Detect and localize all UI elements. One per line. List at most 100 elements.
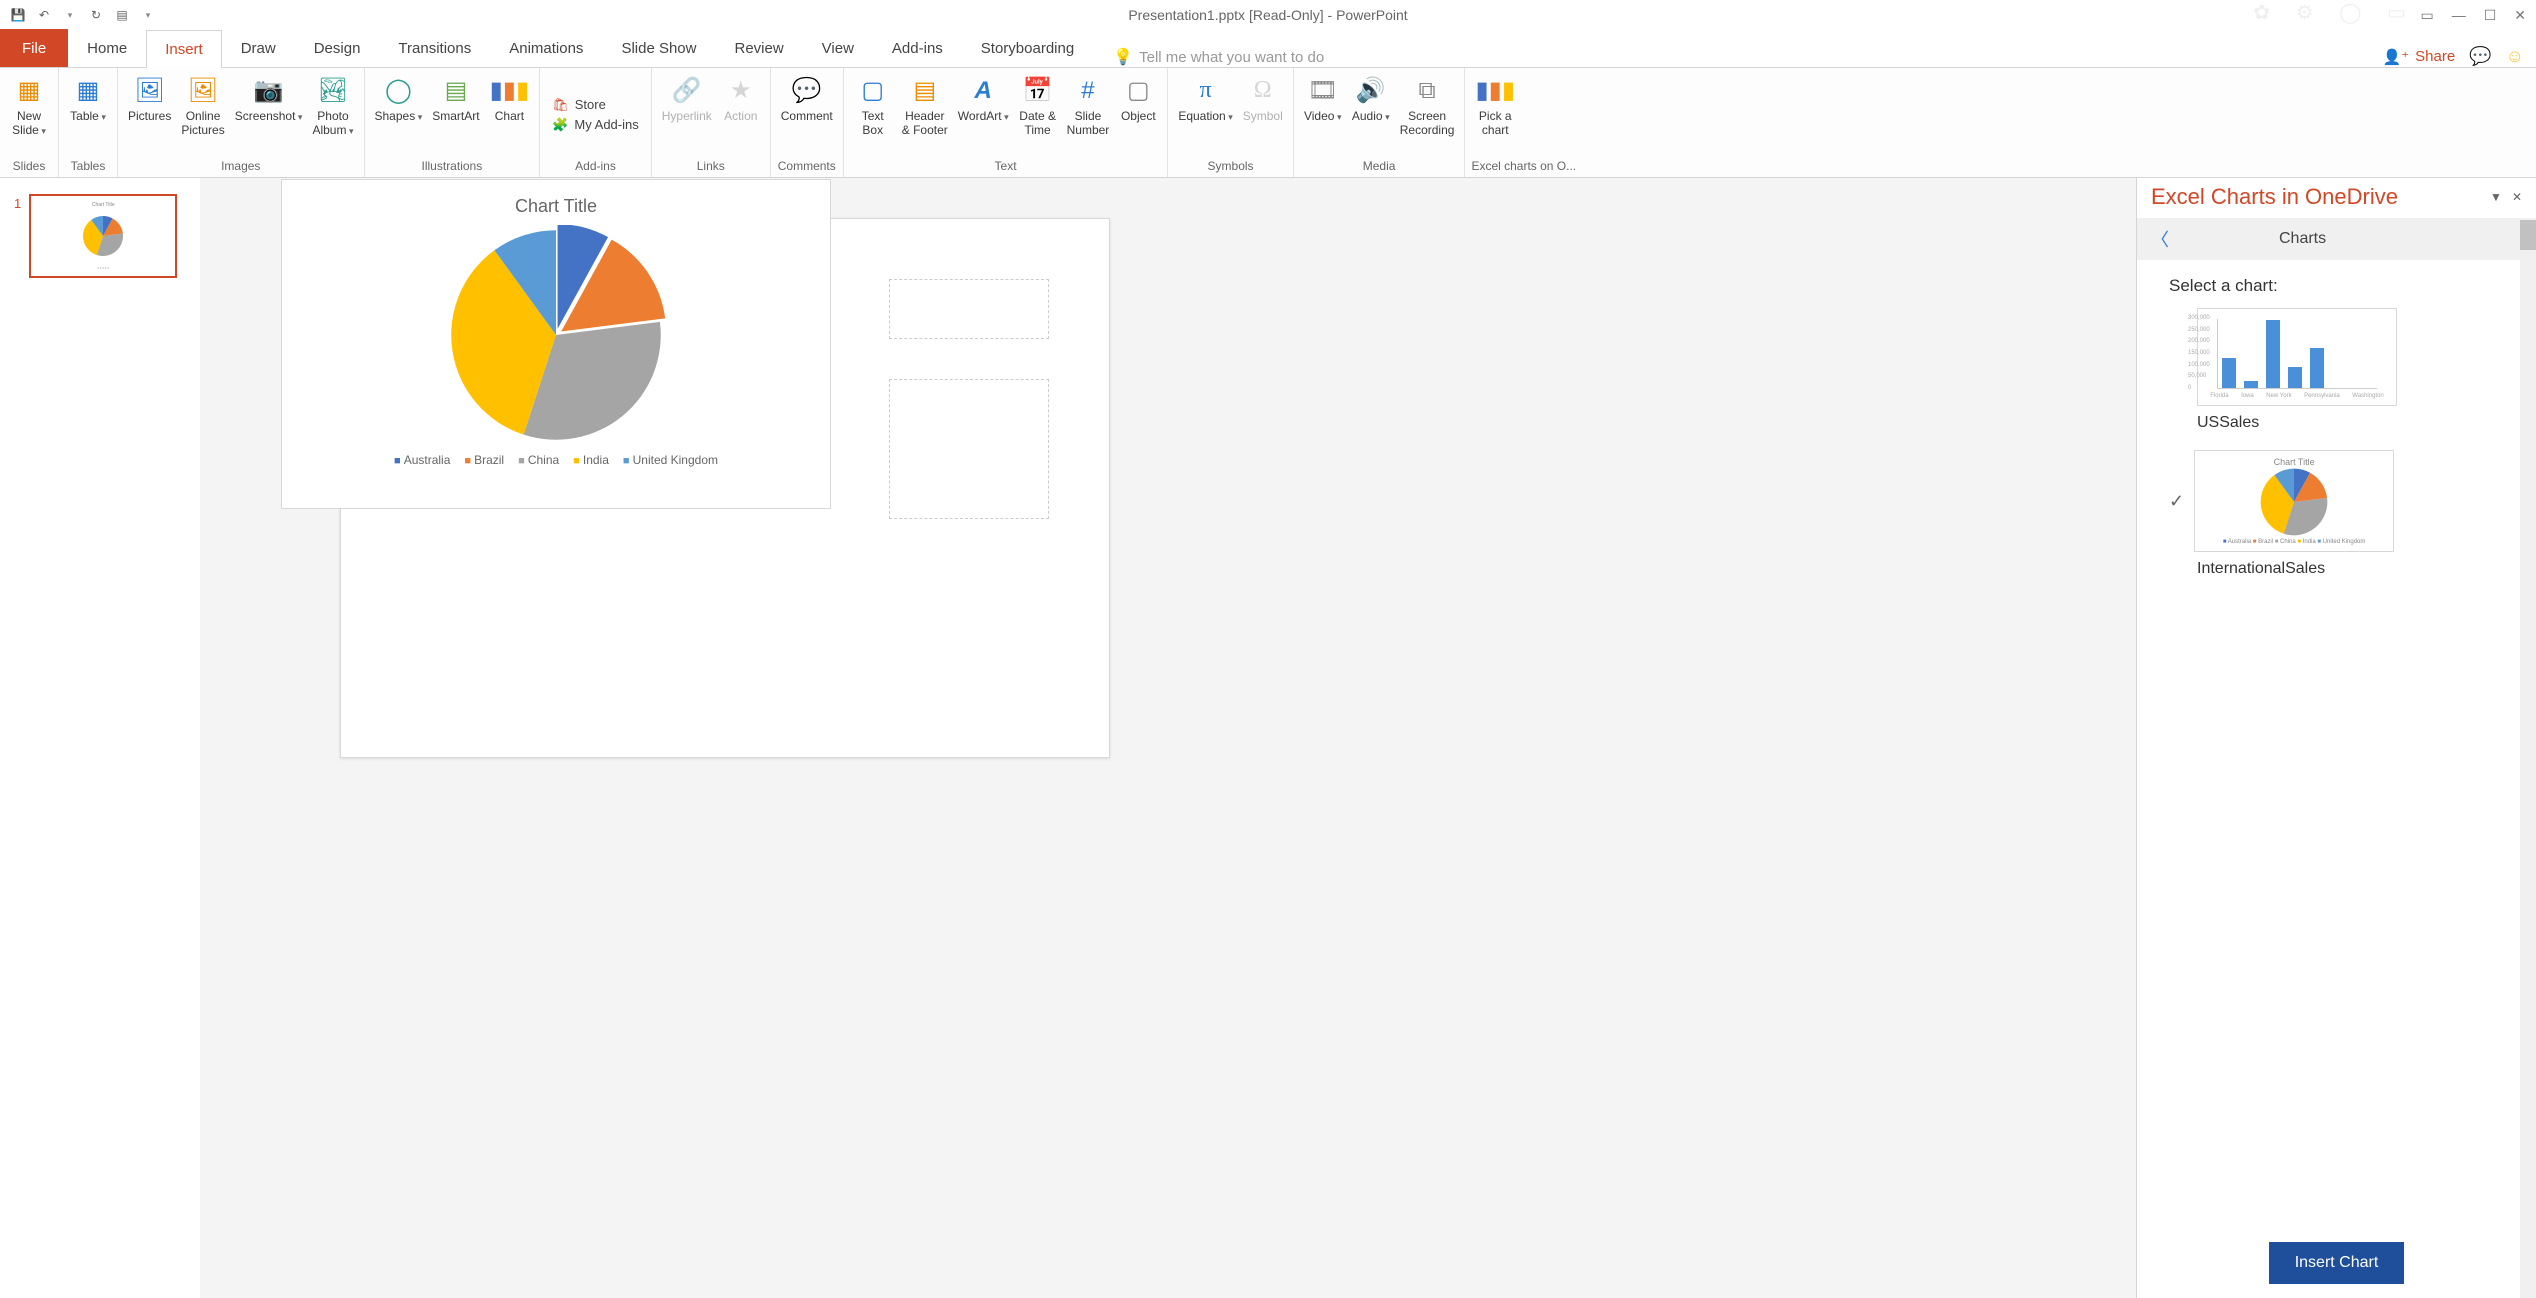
pictures-button[interactable]: 🖼Pictures — [124, 72, 175, 157]
my-addins-icon: 🧩 — [552, 117, 568, 133]
start-from-beginning-icon[interactable]: ▤ — [112, 5, 132, 25]
tab-home[interactable]: Home — [68, 29, 146, 67]
chart-legend: AustraliaBrazilChinaIndiaUnited Kingdom — [394, 453, 718, 467]
store-icon: 🛍 — [552, 97, 569, 113]
slide-thumbnail-pane: 1 Chart Title • • • • • — [0, 178, 200, 1298]
tell-me-placeholder: Tell me what you want to do — [1139, 49, 1324, 66]
object-icon: ▢ — [1127, 74, 1150, 108]
taskpane-nav: 〈 Charts — [2137, 218, 2536, 260]
minimize-icon[interactable]: — — [2452, 7, 2466, 24]
chart-title: Chart Title — [515, 196, 597, 217]
pie-chart-icon — [82, 215, 124, 257]
shapes-button[interactable]: ◯Shapes — [371, 72, 427, 157]
undo-dropdown-icon[interactable]: ▾ — [60, 5, 80, 25]
comment-button[interactable]: 💬Comment — [777, 72, 837, 157]
ribbon-options-icon[interactable]: ▭ — [2420, 7, 2433, 24]
video-button[interactable]: 🎞Video — [1300, 72, 1346, 157]
tab-review[interactable]: Review — [715, 29, 802, 67]
smartart-button[interactable]: ▤SmartArt — [428, 72, 483, 157]
equation-button[interactable]: πEquation — [1174, 72, 1236, 157]
smiley-icon[interactable]: ☺ — [2506, 46, 2524, 67]
group-tables: Tables — [65, 157, 111, 177]
action-icon: ★ — [730, 74, 752, 108]
redo-icon[interactable]: ↻ — [86, 5, 106, 25]
title-placeholder[interactable] — [889, 279, 1049, 339]
tab-view[interactable]: View — [803, 29, 873, 67]
my-addins-button[interactable]: 🧩My Add-ins — [552, 117, 639, 133]
taskpane-title: Excel Charts in OneDrive — [2151, 184, 2398, 210]
new-slide-button[interactable]: ▦New Slide — [6, 72, 52, 157]
wordart-button[interactable]: AWordArt — [954, 72, 1013, 157]
tab-design[interactable]: Design — [295, 29, 380, 67]
group-excel-charts: Excel charts on O... — [1471, 157, 1576, 177]
taskpane-scrollbar[interactable] — [2520, 220, 2536, 1298]
chart-button[interactable]: ▮▮▮Chart — [486, 72, 534, 157]
chart-name-ussales: USSales — [2197, 414, 2512, 432]
header-footer-button[interactable]: ▤Header & Footer — [898, 72, 952, 157]
group-symbols: Symbols — [1174, 157, 1286, 177]
chart-icon: ▮▮▮ — [490, 74, 530, 108]
tab-storyboarding[interactable]: Storyboarding — [962, 29, 1093, 67]
date-time-icon: 📅 — [1023, 74, 1053, 108]
group-text: Text — [850, 157, 1162, 177]
screen-recording-icon: ⧉ — [1419, 74, 1436, 108]
group-media: Media — [1300, 157, 1459, 177]
tell-me-search[interactable]: 💡 Tell me what you want to do — [1113, 47, 1324, 67]
taskpane-dropdown-icon[interactable]: ▼ — [2490, 190, 2502, 204]
slide-number-button[interactable]: #Slide Number — [1063, 72, 1114, 157]
task-pane-excel-charts: Excel Charts in OneDrive ▼ ✕ 〈 Charts Se… — [2136, 178, 2536, 1298]
tab-draw[interactable]: Draw — [222, 29, 295, 67]
group-images: Images — [124, 157, 358, 177]
online-pictures-icon: 🖼 — [188, 74, 218, 108]
slide-thumbnail-1[interactable]: 1 Chart Title • • • • • — [14, 194, 186, 278]
tab-slideshow[interactable]: Slide Show — [602, 29, 715, 67]
header-footer-icon: ▤ — [913, 74, 936, 108]
tab-animations[interactable]: Animations — [490, 29, 602, 67]
qat-customize-icon[interactable]: ▾ — [138, 5, 158, 25]
chart-object[interactable]: Chart Title AustraliaBrazilChinaIndiaUni… — [281, 179, 831, 509]
equation-icon: π — [1199, 74, 1211, 108]
group-addins: Add-ins — [546, 157, 645, 177]
online-pictures-button[interactable]: 🖼Online Pictures — [177, 72, 228, 157]
audio-button[interactable]: 🔊Audio — [1348, 72, 1394, 157]
tab-insert[interactable]: Insert — [146, 30, 222, 68]
photo-album-button[interactable]: 🏞Photo Album — [308, 72, 357, 157]
title-bar: 💾 ↶ ▾ ↻ ▤ ▾ Presentation1.pptx [Read-Onl… — [0, 0, 2536, 30]
slide-editor[interactable]: Chart Title AustraliaBrazilChinaIndiaUni… — [200, 178, 2136, 1298]
pie-chart — [446, 225, 666, 445]
back-icon[interactable]: 〈 — [2151, 226, 2169, 252]
pick-a-chart-button[interactable]: ▮▮▮Pick a chart — [1471, 72, 1519, 157]
ribbon-tabs: File Home Insert Draw Design Transitions… — [0, 30, 2536, 68]
insert-chart-button[interactable]: Insert Chart — [2269, 1242, 2405, 1284]
new-slide-icon: ▦ — [18, 74, 41, 108]
tab-addins[interactable]: Add-ins — [873, 29, 962, 67]
undo-icon[interactable]: ↶ — [34, 5, 54, 25]
hyperlink-button: 🔗Hyperlink — [658, 72, 716, 157]
taskpane-close-icon[interactable]: ✕ — [2512, 190, 2522, 204]
comment-icon: 💬 — [792, 74, 822, 108]
store-button[interactable]: 🛍Store — [552, 97, 639, 113]
group-slides: Slides — [6, 157, 52, 177]
taskpane-nav-label: Charts — [2279, 230, 2326, 248]
maximize-icon[interactable]: ☐ — [2484, 7, 2497, 24]
chart-card-intl[interactable]: Chart Title ■ Australia ■ Brazil ■ China… — [2194, 450, 2394, 552]
screenshot-button[interactable]: 📷Screenshot — [231, 72, 307, 157]
object-button[interactable]: ▢Object — [1115, 72, 1161, 157]
video-icon: 🎞 — [1308, 74, 1338, 108]
text-box-button[interactable]: ▢Text Box — [850, 72, 896, 157]
content-placeholder[interactable] — [889, 379, 1049, 519]
close-icon[interactable]: ✕ — [2514, 7, 2526, 24]
chart-card-ussales[interactable]: 050,000100,000150,000200,000250,000300,0… — [2197, 308, 2397, 406]
table-button[interactable]: ▦Table — [65, 72, 111, 157]
smartart-icon: ▤ — [445, 74, 468, 108]
tab-file[interactable]: File — [0, 29, 68, 67]
tab-transitions[interactable]: Transitions — [379, 29, 490, 67]
slide-canvas[interactable]: Chart Title AustraliaBrazilChinaIndiaUni… — [340, 218, 1110, 758]
save-icon[interactable]: 💾 — [8, 5, 28, 25]
pictures-icon: 🖼 — [134, 74, 164, 108]
date-time-button[interactable]: 📅Date & Time — [1015, 72, 1061, 157]
screen-recording-button[interactable]: ⧉Screen Recording — [1396, 72, 1459, 157]
pie-chart-icon — [2259, 467, 2329, 537]
feedback-icon[interactable]: 💬 — [2469, 46, 2491, 67]
share-button[interactable]: 👤⁺ Share — [2383, 48, 2456, 66]
